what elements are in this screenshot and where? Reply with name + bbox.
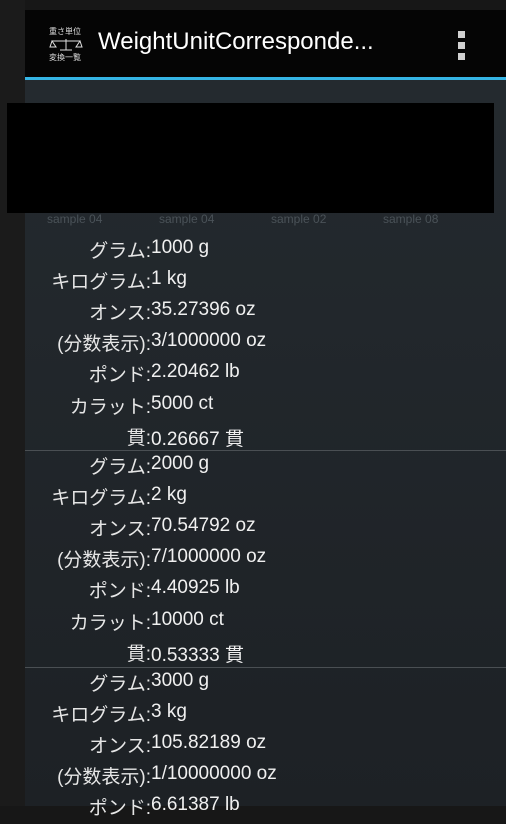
sample-tabs: sample 04 sample 04 sample 02 sample 08: [25, 212, 506, 232]
scale-icon: [49, 39, 83, 51]
unit-row: オンス: 105.82189 oz: [25, 731, 506, 762]
unit-value: 0.26667 貫: [151, 428, 244, 450]
unit-value: 2000 g: [151, 453, 210, 474]
unit-label: キログラム:: [51, 705, 151, 727]
unit-value: 3 kg: [151, 701, 187, 723]
unit-label: ポンド:: [88, 365, 151, 387]
app-icon: 重さ単位 変換一覧: [47, 25, 87, 63]
unit-row: 貫: 0.53333 貫: [25, 639, 506, 670]
unit-value: 10000 ct: [151, 608, 224, 630]
unit-value: 1/10000000 oz: [151, 763, 277, 785]
unit-value: 7/1000000 oz: [151, 546, 267, 568]
unit-label: 貫:: [126, 427, 151, 449]
unit-label: オンス:: [89, 303, 151, 325]
unit-value: 4.40925 lb: [151, 577, 240, 599]
tab-sample[interactable]: sample 02: [271, 212, 326, 226]
unit-label: キログラム:: [51, 272, 151, 294]
unit-value: 0.53333 貫: [151, 644, 244, 666]
unit-label: (分数表示):: [57, 550, 151, 572]
unit-label: ポンド:: [88, 581, 151, 603]
unit-value: 3000 g: [151, 670, 210, 691]
unit-row: ポンド: 4.40925 lb: [25, 576, 506, 607]
app-icon-text-top: 重さ単位: [49, 27, 81, 36]
unit-label: オンス:: [89, 519, 151, 541]
unit-label: グラム:: [89, 241, 151, 262]
unit-row: (分数表示): 3/1000000 oz: [25, 329, 506, 360]
menu-dot-icon: [458, 31, 465, 38]
unit-label: グラム:: [89, 457, 151, 478]
unit-value: 105.82189 oz: [151, 732, 267, 754]
unit-label: (分数表示):: [57, 767, 151, 789]
app-title: WeightUnitCorresponde...: [98, 28, 374, 55]
unit-row: ポンド: 6.61387 lb: [25, 793, 506, 824]
unit-label: ポンド:: [88, 798, 151, 820]
menu-dot-icon: [458, 42, 465, 49]
unit-row: カラット: 5000 ct: [25, 392, 506, 423]
unit-row: オンス: 35.27396 oz: [25, 298, 506, 329]
menu-dot-icon: [458, 53, 465, 60]
overflow-menu-button[interactable]: [451, 28, 475, 62]
unit-label: カラット:: [69, 612, 151, 634]
unit-row: グラム: 2000 g: [25, 452, 506, 483]
unit-value: 1 kg: [151, 268, 187, 290]
unit-label: 貫:: [126, 643, 151, 665]
unit-row: キログラム: 1 kg: [25, 267, 506, 298]
unit-row: オンス: 70.54792 oz: [25, 514, 506, 545]
tab-sample[interactable]: sample 08: [383, 212, 438, 226]
unit-row: キログラム: 2 kg: [25, 483, 506, 514]
unit-value: 6.61387 lb: [151, 794, 240, 816]
tab-sample[interactable]: sample 04: [159, 212, 214, 226]
unit-row: (分数表示): 7/1000000 oz: [25, 545, 506, 576]
unit-value: 3/1000000 oz: [151, 330, 267, 352]
unit-row: グラム: 3000 g: [25, 669, 506, 700]
unit-row: (分数表示): 1/10000000 oz: [25, 762, 506, 793]
unit-label: グラム:: [89, 674, 151, 695]
ad-banner[interactable]: [7, 103, 494, 213]
unit-value: 1000 g: [151, 237, 210, 258]
unit-value: 2 kg: [151, 484, 187, 506]
record-separator: [25, 450, 506, 451]
unit-label: キログラム:: [51, 488, 151, 510]
tab-sample[interactable]: sample 04: [47, 212, 102, 226]
record-separator: [25, 667, 506, 668]
action-bar: 重さ単位 変換一覧 WeightUnitCorresponde...: [25, 10, 506, 80]
unit-value: 5000 ct: [151, 392, 214, 414]
unit-label: (分数表示):: [57, 334, 151, 356]
unit-value: 70.54792 oz: [151, 515, 256, 537]
unit-row: カラット: 10000 ct: [25, 608, 506, 639]
app-icon-text-bottom: 変換一覧: [49, 53, 81, 62]
unit-row: キログラム: 3 kg: [25, 700, 506, 731]
unit-row: 貫: 0.26667 貫: [25, 423, 506, 454]
unit-row: グラム: 1000 g: [25, 236, 506, 267]
unit-row: ポンド: 2.20462 lb: [25, 360, 506, 391]
unit-value: 2.20462 lb: [151, 361, 240, 383]
unit-value: 35.27396 oz: [151, 299, 256, 321]
unit-label: オンス:: [89, 736, 151, 758]
unit-label: カラット:: [69, 396, 151, 418]
